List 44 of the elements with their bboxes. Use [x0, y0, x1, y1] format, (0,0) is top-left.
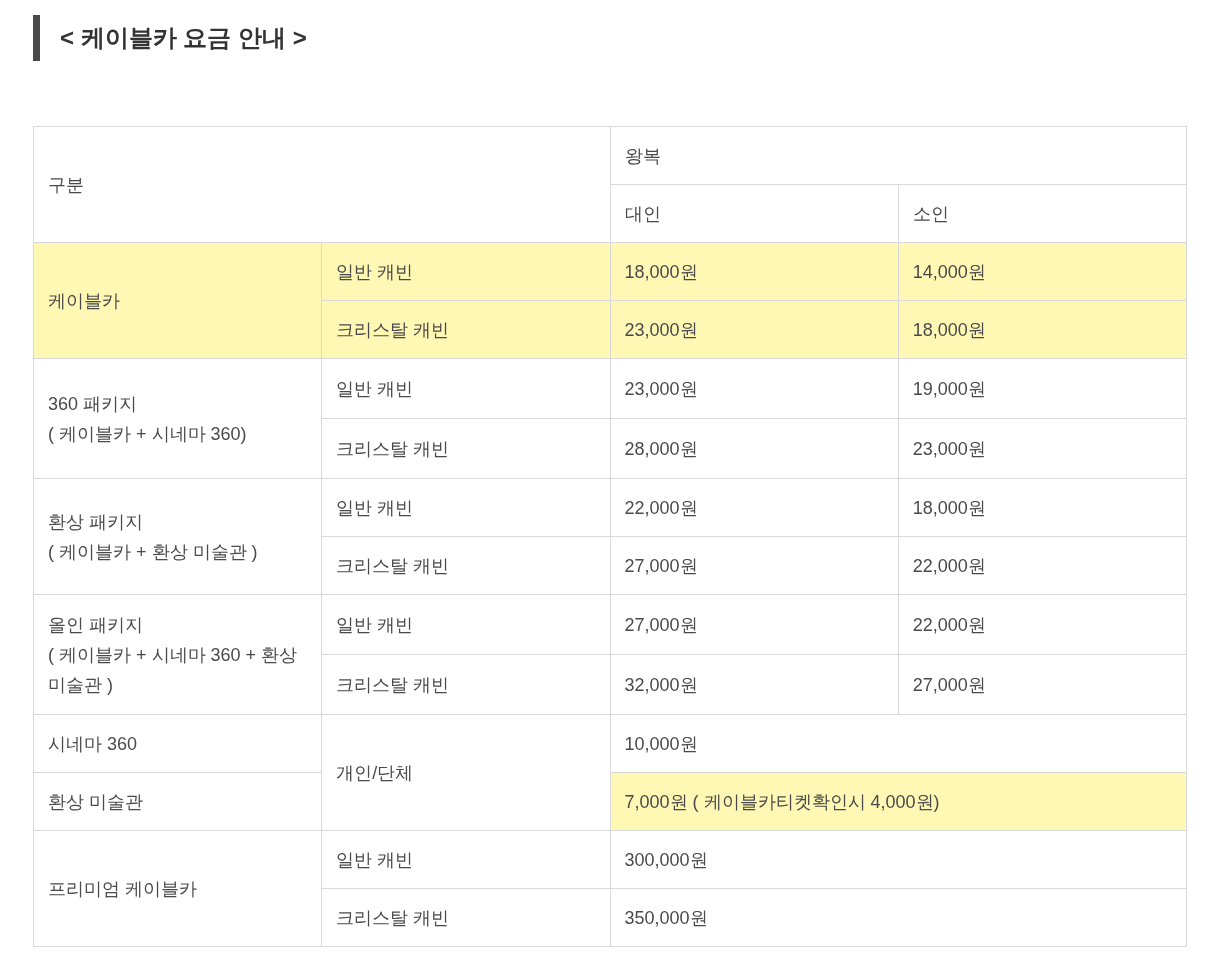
- table-cell: 14,000원: [898, 242, 1187, 301]
- table-cell: 크리스탈 캐빈: [321, 418, 610, 479]
- table-cell: 크리스탈 캐빈: [321, 888, 610, 947]
- table-cell: 19,000원: [898, 358, 1187, 419]
- table-cell: 케이블카: [33, 242, 322, 359]
- table-cell: 18,000원: [898, 478, 1187, 537]
- table-cell: 23,000원: [610, 358, 899, 419]
- table-cell: 일반 캐빈: [321, 478, 610, 537]
- table-cell: 일반 캐빈: [321, 242, 610, 301]
- table-cell: 27,000원: [610, 594, 899, 655]
- table-cell: 크리스탈 캐빈: [321, 654, 610, 715]
- table-cell: 크리스탈 캐빈: [321, 536, 610, 595]
- table-cell: 300,000원: [610, 830, 1187, 889]
- table-cell: 360 패키지 ( 케이블카 + 시네마 360): [33, 358, 322, 479]
- table-cell: 350,000원: [610, 888, 1187, 947]
- table-cell: 28,000원: [610, 418, 899, 479]
- table-cell: 18,000원: [610, 242, 899, 301]
- table-cell: 18,000원: [898, 300, 1187, 359]
- table-cell: 7,000원 ( 케이블카티켓확인시 4,000원): [610, 772, 1187, 831]
- table-cell: 환상 패키지 ( 케이블카 + 환상 미술관 ): [33, 478, 322, 595]
- table-cell: 구분: [33, 126, 610, 243]
- table-cell: 22,000원: [898, 594, 1187, 655]
- table-cell: 22,000원: [898, 536, 1187, 595]
- title-bar: [33, 15, 40, 61]
- table-cell: 27,000원: [610, 536, 899, 595]
- table-cell: 크리스탈 캐빈: [321, 300, 610, 359]
- page-title: < 케이블카 요금 안내 >: [60, 23, 307, 53]
- table-cell: 개인/단체: [321, 714, 610, 831]
- table-cell: 대인: [610, 184, 899, 243]
- table-cell: 23,000원: [610, 300, 899, 359]
- table-cell: 22,000원: [610, 478, 899, 537]
- table-cell: 소인: [898, 184, 1187, 243]
- table-cell: 일반 캐빈: [321, 594, 610, 655]
- table-cell: 32,000원: [610, 654, 899, 715]
- table-cell: 시네마 360: [33, 714, 322, 773]
- table-cell: 10,000원: [610, 714, 1187, 773]
- table-cell: 올인 패키지 ( 케이블카 + 시네마 360 + 환상 미술관 ): [33, 594, 322, 715]
- table-cell: 일반 캐빈: [321, 830, 610, 889]
- table-cell: 왕복: [610, 126, 1187, 185]
- table-cell: 일반 캐빈: [321, 358, 610, 419]
- table-cell: 프리미엄 케이블카: [33, 830, 322, 947]
- table-cell: 23,000원: [898, 418, 1187, 479]
- table-cell: 환상 미술관: [33, 772, 322, 831]
- table-cell: 27,000원: [898, 654, 1187, 715]
